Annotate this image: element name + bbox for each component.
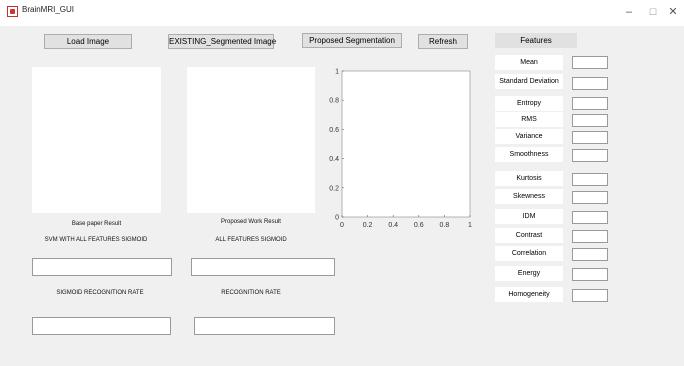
proposed-caption: Proposed Work Result bbox=[221, 219, 281, 225]
x-tick-label: 1 bbox=[468, 222, 472, 229]
result-axes: 0 0.2 0.4 0.6 0.8 1 0 0.2 0.4 0.6 0.8 1 bbox=[329, 69, 472, 230]
feature-label-rms: RMS bbox=[495, 112, 563, 127]
y-tick-label: 0.2 bbox=[329, 185, 339, 192]
y-tick-label: 0.8 bbox=[329, 98, 339, 105]
sigmoid-rate-field[interactable] bbox=[32, 317, 171, 335]
all-features-result-field[interactable] bbox=[191, 258, 335, 276]
feature-value-skewness[interactable] bbox=[572, 191, 608, 204]
app-icon bbox=[7, 6, 18, 17]
svm-label: SVM WITH ALL FEATURES SIGMOID bbox=[44, 237, 148, 243]
window-title: BrainMRI_GUI bbox=[22, 5, 75, 14]
y-tick-label: 0.4 bbox=[329, 156, 339, 163]
feature-label-skewness: Skewness bbox=[495, 189, 563, 204]
feature-value-kurtosis[interactable] bbox=[572, 173, 608, 186]
feature-value-contrast[interactable] bbox=[572, 230, 608, 243]
all-features-label: ALL FEATURES SIGMOID bbox=[215, 237, 287, 243]
feature-label-idm: IDM bbox=[495, 209, 563, 224]
feature-value-entropy[interactable] bbox=[572, 97, 608, 110]
feature-value-correlation[interactable] bbox=[572, 248, 608, 261]
feature-label-energy: Energy bbox=[495, 266, 563, 281]
feature-label-standard-deviation: Standard Deviation bbox=[495, 74, 563, 89]
close-icon[interactable]: ✕ bbox=[666, 5, 680, 19]
feature-label-entropy: Entropy bbox=[495, 96, 563, 111]
feature-value-standard-deviation[interactable] bbox=[572, 77, 608, 90]
feature-label-correlation: Correlation bbox=[495, 246, 563, 261]
recognition-rate-label: RECOGNITION RATE bbox=[221, 290, 281, 296]
x-tick-label: 0.4 bbox=[388, 222, 398, 229]
maximize-icon[interactable]: ☐ bbox=[646, 5, 660, 19]
feature-value-idm[interactable] bbox=[572, 211, 608, 224]
feature-label-contrast: Contrast bbox=[495, 228, 563, 243]
feature-value-mean[interactable] bbox=[572, 56, 608, 69]
y-tick-label: 0 bbox=[335, 215, 339, 222]
proposed-image-panel bbox=[187, 67, 315, 213]
y-tick-label: 1 bbox=[335, 69, 339, 76]
feature-label-homogeneity: Homogeneity bbox=[495, 287, 563, 302]
feature-value-variance[interactable] bbox=[572, 131, 608, 144]
proposed-segmentation-button[interactable]: Proposed Segmentation bbox=[302, 33, 402, 48]
recognition-rate-field[interactable] bbox=[194, 317, 335, 335]
y-tick-label: 0.6 bbox=[329, 127, 339, 134]
feature-label-kurtosis: Kurtosis bbox=[495, 171, 563, 186]
x-tick-label: 0.8 bbox=[440, 222, 450, 229]
refresh-button[interactable]: Refresh bbox=[418, 34, 468, 49]
base-image-panel bbox=[32, 67, 161, 213]
feature-label-smoothness: Smoothness bbox=[495, 147, 563, 162]
x-tick-label: 0.2 bbox=[363, 222, 373, 229]
feature-value-smoothness[interactable] bbox=[572, 149, 608, 162]
svm-result-field[interactable] bbox=[32, 258, 172, 276]
minimize-icon[interactable]: – bbox=[622, 5, 636, 19]
existing-segmented-button[interactable]: EXISTING_Segmented Image bbox=[168, 34, 276, 49]
feature-value-homogeneity[interactable] bbox=[572, 289, 608, 302]
feature-value-energy[interactable] bbox=[572, 268, 608, 281]
feature-label-mean: Mean bbox=[495, 55, 563, 70]
feature-label-variance: Variance bbox=[495, 129, 563, 144]
x-tick-label: 0 bbox=[340, 222, 344, 229]
feature-value-rms[interactable] bbox=[572, 114, 608, 127]
title-bar bbox=[0, 0, 684, 26]
x-tick-label: 0.6 bbox=[414, 222, 424, 229]
features-header: Features bbox=[495, 33, 577, 48]
sigmoid-rate-label: SIGMOID RECOGNITION RATE bbox=[56, 290, 144, 296]
axes-area bbox=[341, 70, 471, 218]
load-image-button[interactable]: Load Image bbox=[44, 34, 132, 49]
base-caption: Base paper Result bbox=[71, 221, 122, 227]
